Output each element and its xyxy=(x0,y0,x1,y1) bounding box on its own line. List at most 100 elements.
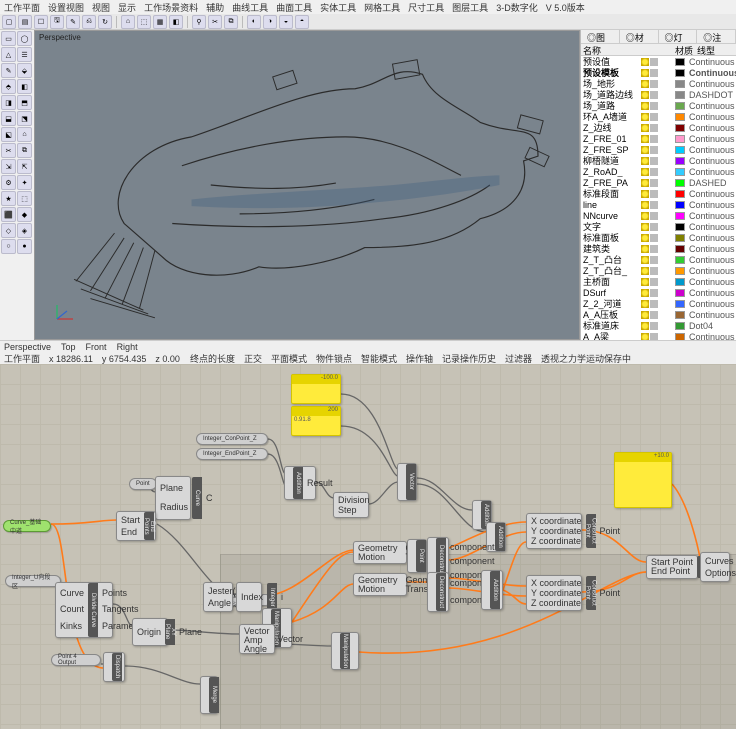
color-swatch[interactable] xyxy=(675,179,685,187)
toolbar-button[interactable]: ◒ xyxy=(279,15,293,29)
tool-button[interactable]: ◆ xyxy=(17,207,32,222)
gh-component[interactable]: Jester(x)AngleMulti xyxy=(203,582,233,612)
color-swatch[interactable] xyxy=(675,234,685,242)
color-swatch[interactable] xyxy=(675,333,685,341)
color-swatch[interactable] xyxy=(675,245,685,253)
toolbar-button[interactable]: ↻ xyxy=(98,15,112,29)
menu-item[interactable]: 设置视图 xyxy=(48,1,84,13)
lock-icon[interactable] xyxy=(650,223,658,231)
gh-component[interactable]: Addition xyxy=(481,570,503,610)
tool-button[interactable]: ⇱ xyxy=(17,159,32,174)
color-swatch[interactable] xyxy=(675,91,685,99)
toolbar-button[interactable]: ⬚ xyxy=(137,15,151,29)
color-swatch[interactable] xyxy=(675,168,685,176)
tool-button[interactable]: ✦ xyxy=(17,175,32,190)
gh-param[interactable]: Curve_基础中道 xyxy=(3,520,51,532)
layer-row[interactable]: 柳梧隧道Continuous xyxy=(581,155,736,166)
gh-component[interactable]: StartEndEnd Points xyxy=(116,511,156,541)
tool-button[interactable]: ⬘ xyxy=(1,79,16,94)
tool-button[interactable]: ⬕ xyxy=(1,127,16,142)
menu-item[interactable]: 工作场景资料 xyxy=(144,1,198,13)
color-swatch[interactable] xyxy=(675,201,685,209)
gh-component[interactable]: Point xyxy=(407,539,427,573)
bulb-icon[interactable] xyxy=(641,212,649,220)
tool-button[interactable]: ⬙ xyxy=(17,63,32,78)
menu-item[interactable]: 曲线工具 xyxy=(232,1,268,13)
bulb-icon[interactable] xyxy=(641,179,649,187)
layer-row[interactable]: Z_RoAD_Continuous xyxy=(581,166,736,177)
bulb-icon[interactable] xyxy=(641,113,649,121)
color-swatch[interactable] xyxy=(675,289,685,297)
bulb-icon[interactable] xyxy=(641,146,649,154)
tool-button[interactable]: ⧉ xyxy=(17,143,32,158)
rhino-viewport[interactable]: Perspective xyxy=(34,30,580,340)
tool-button[interactable]: △ xyxy=(1,47,16,62)
bulb-icon[interactable] xyxy=(641,333,649,341)
lock-icon[interactable] xyxy=(650,69,658,77)
tool-button[interactable]: ⬛ xyxy=(1,207,16,222)
tool-button[interactable]: ● xyxy=(17,239,32,254)
menu-item[interactable]: 图层工具 xyxy=(452,1,488,13)
menu-item[interactable]: 辅助 xyxy=(206,1,224,13)
toolbar-button[interactable]: ◑ xyxy=(263,15,277,29)
view-tab[interactable]: Top xyxy=(61,342,76,352)
gh-component[interactable]: GeometryMotionGeometryTransform xyxy=(353,573,407,596)
panel-tab[interactable]: ◎灯光 xyxy=(659,30,698,43)
gh-component[interactable]: CurveCountKinksDivide CurvePointsTangent… xyxy=(55,582,113,638)
tool-button[interactable]: ◨ xyxy=(1,95,16,110)
layer-row[interactable]: 主桥面Continuous xyxy=(581,276,736,287)
bulb-icon[interactable] xyxy=(641,245,649,253)
tool-button[interactable]: ⬒ xyxy=(17,95,32,110)
lock-icon[interactable] xyxy=(650,245,658,253)
lock-icon[interactable] xyxy=(650,157,658,165)
gh-param[interactable]: Integer_EndPoint_Z xyxy=(196,448,268,460)
grasshopper-canvas[interactable]: -100.02000.91.8+10.0Integer_ConPoint_ZIn… xyxy=(0,364,736,729)
color-swatch[interactable] xyxy=(675,267,685,275)
menu-item[interactable]: 曲面工具 xyxy=(276,1,312,13)
lock-icon[interactable] xyxy=(650,146,658,154)
color-swatch[interactable] xyxy=(675,80,685,88)
color-swatch[interactable] xyxy=(675,311,685,319)
menu-item[interactable]: 显示 xyxy=(118,1,136,13)
color-swatch[interactable] xyxy=(675,190,685,198)
toolbar-button[interactable]: ◧ xyxy=(169,15,183,29)
gh-component[interactable]: Manipulation xyxy=(331,632,359,670)
color-swatch[interactable] xyxy=(675,58,685,66)
color-swatch[interactable] xyxy=(675,212,685,220)
bulb-icon[interactable] xyxy=(641,157,649,165)
bulb-icon[interactable] xyxy=(641,80,649,88)
lock-icon[interactable] xyxy=(650,289,658,297)
tool-button[interactable]: ◯ xyxy=(17,31,32,46)
lock-icon[interactable] xyxy=(650,80,658,88)
menu-item[interactable]: 视图 xyxy=(92,1,110,13)
bulb-icon[interactable] xyxy=(641,69,649,77)
gh-component[interactable]: Deconstructcomponentcomponent xyxy=(427,572,449,612)
gh-param[interactable]: Integer_U向段区 xyxy=(5,575,61,587)
lock-icon[interactable] xyxy=(650,256,658,264)
menu-item[interactable]: 网格工具 xyxy=(364,1,400,13)
tool-button[interactable]: ⌂ xyxy=(17,127,32,142)
gh-component[interactable]: DivisionStep xyxy=(333,492,369,518)
panel-tab[interactable]: ◎图层 xyxy=(581,30,620,43)
gh-panel[interactable]: -100.0 xyxy=(291,374,341,404)
gh-panel[interactable]: +10.0 xyxy=(614,452,672,508)
bulb-icon[interactable] xyxy=(641,102,649,110)
tool-button[interactable]: ◈ xyxy=(17,223,32,238)
color-swatch[interactable] xyxy=(675,322,685,330)
lock-icon[interactable] xyxy=(650,278,658,286)
lock-icon[interactable] xyxy=(650,322,658,330)
toolbar-button[interactable]: ⧉ xyxy=(224,15,238,29)
layer-row[interactable]: A_A梁Continuous xyxy=(581,331,736,340)
toolbar-button[interactable]: ▦ xyxy=(153,15,167,29)
color-swatch[interactable] xyxy=(675,69,685,77)
tool-button[interactable]: ★ xyxy=(1,191,16,206)
gh-component[interactable]: IndexIntegeri xyxy=(236,582,262,612)
tool-button[interactable]: ◇ xyxy=(1,223,16,238)
toolbar-button[interactable]: ✂ xyxy=(208,15,222,29)
lock-icon[interactable] xyxy=(650,212,658,220)
menu-item[interactable]: 实体工具 xyxy=(320,1,356,13)
lock-icon[interactable] xyxy=(650,267,658,275)
gh-component[interactable]: Merge xyxy=(200,676,218,714)
bulb-icon[interactable] xyxy=(641,58,649,66)
tool-button[interactable]: ⬚ xyxy=(17,191,32,206)
